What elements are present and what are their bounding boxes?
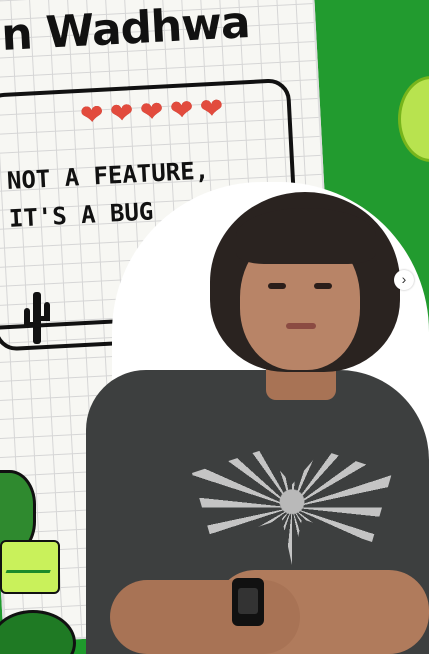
person-mouth [286, 323, 316, 329]
chart-sticker-icon [0, 540, 60, 594]
story-frame: n Wadhwa ❤ ❤ ❤ ❤ ❤ NOT A FEATURE, IT'S A… [0, 0, 429, 654]
person-eye [268, 283, 286, 289]
chevron-right-icon[interactable]: › [394, 270, 414, 290]
person-eye [314, 283, 332, 289]
heart-icon: ❤ [199, 92, 225, 125]
person-fringe [236, 208, 376, 264]
watch-face [238, 588, 258, 614]
cactus-icon [22, 292, 52, 344]
heart-icon: ❤ [79, 98, 105, 131]
heart-icon: ❤ [139, 95, 165, 128]
heart-icon: ❤ [109, 97, 135, 130]
heart-icon: ❤ [169, 93, 195, 127]
hearts-row: ❤ ❤ ❤ ❤ ❤ [79, 92, 228, 131]
person-arm [110, 580, 300, 654]
